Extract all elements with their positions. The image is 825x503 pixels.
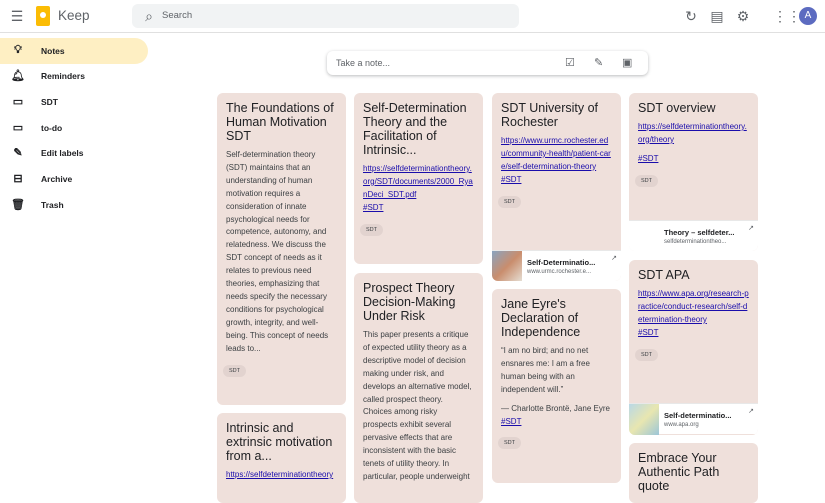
- lightbulb-icon: 💡︎: [14, 44, 22, 56]
- note-card[interactable]: Prospect Theory Decision-Making Under Ri…: [354, 273, 483, 503]
- note-card[interactable]: Jane Eyre's Declaration of Independence …: [492, 289, 621, 483]
- open-external-icon[interactable]: ↗: [748, 224, 754, 232]
- preview-title: Self-determinatio...: [664, 411, 732, 420]
- list-view-icon[interactable]: ▤: [708, 8, 726, 24]
- hashtag-link[interactable]: #SDT: [629, 147, 758, 166]
- hashtag-link[interactable]: #SDT: [492, 174, 621, 187]
- label-chip[interactable]: SDT: [223, 364, 246, 377]
- take-note-input[interactable]: Take a note... ☑ ✎ ▣: [327, 51, 648, 75]
- archive-icon: ⊟: [13, 173, 23, 185]
- note-link[interactable]: https://selfdeterminationtheory.org/theo…: [629, 115, 758, 147]
- trash-icon: 🗑︎: [11, 199, 25, 211]
- bell-icon: 🔔︎: [11, 70, 25, 82]
- note-title: SDT APA: [638, 268, 690, 282]
- sidebar-item-reminders[interactable]: 🔔︎ Reminders: [0, 63, 148, 89]
- search-input[interactable]: ⌕ Search: [132, 4, 519, 28]
- open-external-icon[interactable]: ↗: [748, 407, 754, 415]
- note-title: Jane Eyre's Declaration of Independence: [501, 297, 581, 339]
- note-link[interactable]: https://selfdeterminationtheory: [217, 463, 346, 482]
- sidebar-item-archive[interactable]: ⊟ Archive: [0, 166, 148, 192]
- note-body: This paper presents a critique of expect…: [363, 330, 472, 481]
- search-icon[interactable]: ⌕: [140, 8, 158, 24]
- note-title: SDT overview: [638, 101, 716, 115]
- preview-url: www.urmc.rochester.e...: [527, 269, 592, 275]
- label-icon: ▭: [12, 122, 24, 134]
- avatar[interactable]: A: [799, 7, 817, 25]
- hashtag-link[interactable]: #SDT: [629, 327, 758, 340]
- hashtag-link[interactable]: #SDT: [354, 202, 483, 215]
- sidebar-item-sdt[interactable]: ▭ SDT: [0, 89, 148, 115]
- link-preview[interactable]: Self-determinatio... www.apa.org ↗: [629, 403, 758, 435]
- label-icon: ▭: [12, 96, 24, 108]
- sidebar-item-notes[interactable]: 💡︎ Notes: [0, 38, 148, 64]
- search-placeholder: Search: [162, 10, 193, 21]
- link-preview[interactable]: Theory – selfdeter... selfdeterminationt…: [629, 220, 758, 251]
- note-card[interactable]: Intrinsic and extrinsic motivation from …: [217, 413, 346, 503]
- app-title[interactable]: Keep: [58, 8, 90, 23]
- label-chip[interactable]: SDT: [635, 348, 658, 361]
- new-list-checkbox-icon[interactable]: ☑: [565, 56, 575, 69]
- note-link[interactable]: https://selfdeterminationtheory.org/SDT/…: [354, 157, 483, 202]
- label-chip[interactable]: SDT: [360, 223, 383, 236]
- sidebar-item-trash[interactable]: 🗑︎ Trash: [0, 192, 148, 218]
- sidebar-item-edit-labels[interactable]: ✎ Edit labels: [0, 140, 148, 166]
- note-title: Self-Determination Theory and the Facili…: [363, 101, 467, 157]
- preview-url: selfdeterminationtheo...: [664, 239, 727, 245]
- note-card[interactable]: Self-Determination Theory and the Facili…: [354, 93, 483, 264]
- settings-gear-icon[interactable]: ⚙: [734, 8, 752, 24]
- note-card[interactable]: The Foundations of Human Motivation SDT …: [217, 93, 346, 405]
- preview-thumbnail: [629, 221, 659, 251]
- note-title: The Foundations of Human Motivation SDT: [226, 101, 334, 143]
- note-card[interactable]: SDT University of Rochester https://www.…: [492, 93, 621, 281]
- note-attribution: — Charlotte Brontë, Jane Eyre: [501, 403, 610, 413]
- preview-title: Self-Determinatio...: [527, 258, 596, 267]
- label-chip[interactable]: SDT: [635, 174, 658, 187]
- note-card[interactable]: SDT overview https://selfdeterminationth…: [629, 93, 758, 251]
- note-card[interactable]: SDT APA https://www.apa.org/research-pra…: [629, 260, 758, 435]
- link-preview[interactable]: Self-Determinatio... www.urmc.rochester.…: [492, 250, 621, 281]
- sidebar-item-to-do[interactable]: ▭ to-do: [0, 115, 148, 141]
- new-image-icon[interactable]: ▣: [622, 56, 632, 69]
- main-menu-icon[interactable]: ☰: [8, 8, 26, 24]
- note-body: “I am no bird; and no net ensnares me: I…: [501, 346, 590, 394]
- take-note-placeholder: Take a note...: [336, 58, 391, 68]
- apps-grid-icon[interactable]: ⋮⋮: [773, 8, 801, 24]
- keep-logo-icon[interactable]: [36, 6, 50, 26]
- note-title: Intrinsic and extrinsic motivation from …: [226, 421, 333, 463]
- top-bar: ☰ Keep ⌕ Search ↻ ▤ ⚙ ⋮⋮ A: [0, 0, 825, 33]
- preview-thumbnail: [629, 404, 659, 435]
- note-title: Prospect Theory Decision-Making Under Ri…: [363, 281, 456, 323]
- label-chip[interactable]: SDT: [498, 195, 521, 208]
- new-drawing-brush-icon[interactable]: ✎: [594, 56, 603, 69]
- hashtag-link[interactable]: #SDT: [492, 416, 621, 429]
- refresh-icon[interactable]: ↻: [682, 8, 700, 24]
- preview-title: Theory – selfdeter...: [664, 228, 735, 237]
- pencil-icon: ✎: [13, 147, 23, 159]
- note-link[interactable]: https://www.apa.org/research-practice/co…: [629, 282, 758, 327]
- note-title: SDT University of Rochester: [501, 101, 599, 129]
- preview-thumbnail: [492, 251, 522, 281]
- label-chip[interactable]: SDT: [498, 437, 521, 450]
- preview-url: www.apa.org: [664, 422, 699, 428]
- note-card[interactable]: Embrace Your Authentic Path quote: [629, 443, 758, 503]
- note-body: Self-determination theory (SDT) maintain…: [226, 150, 329, 353]
- note-link[interactable]: https://www.urmc.rochester.edu/community…: [492, 129, 621, 174]
- open-external-icon[interactable]: ↗: [611, 254, 617, 262]
